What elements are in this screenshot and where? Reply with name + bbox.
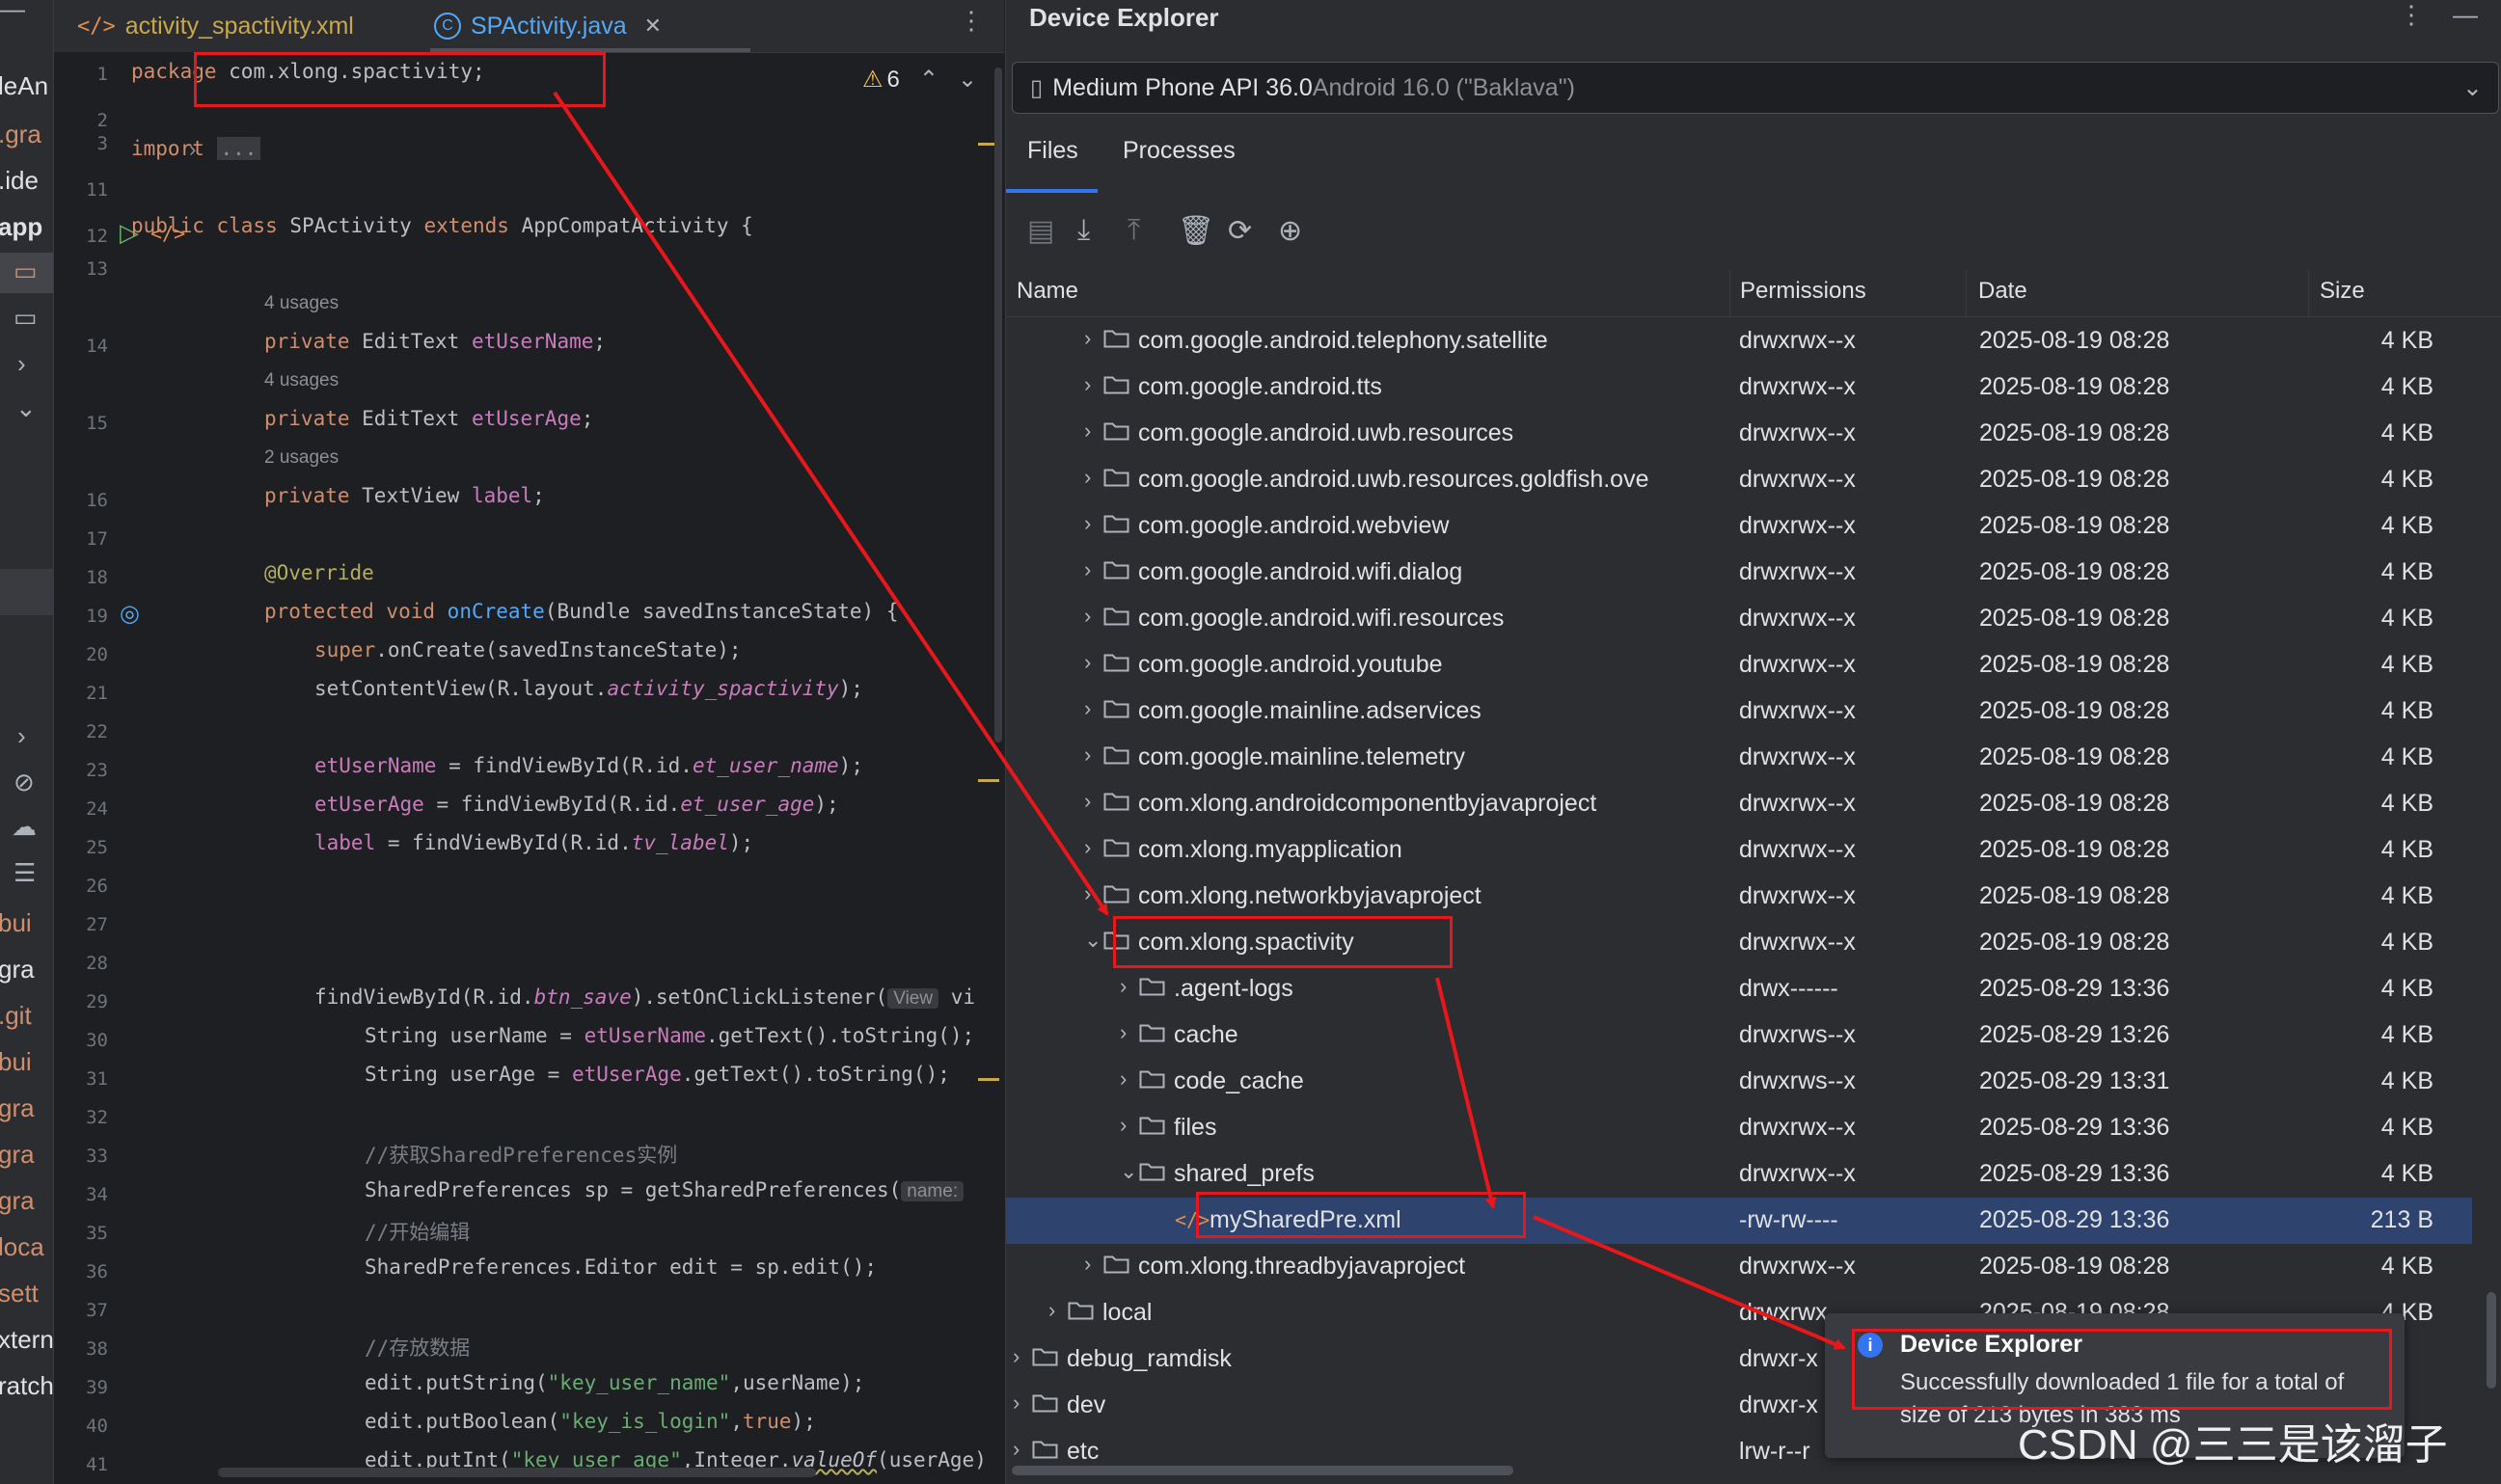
arrow-package-to-folder bbox=[553, 91, 1109, 916]
arrow-file-to-notification bbox=[1533, 1215, 1846, 1350]
csdn-watermark: CSDN @三三是该溜子 bbox=[2018, 1421, 2448, 1469]
annotation-arrows bbox=[553, 91, 1846, 1350]
arrow-folder-to-file bbox=[1435, 977, 1497, 1209]
